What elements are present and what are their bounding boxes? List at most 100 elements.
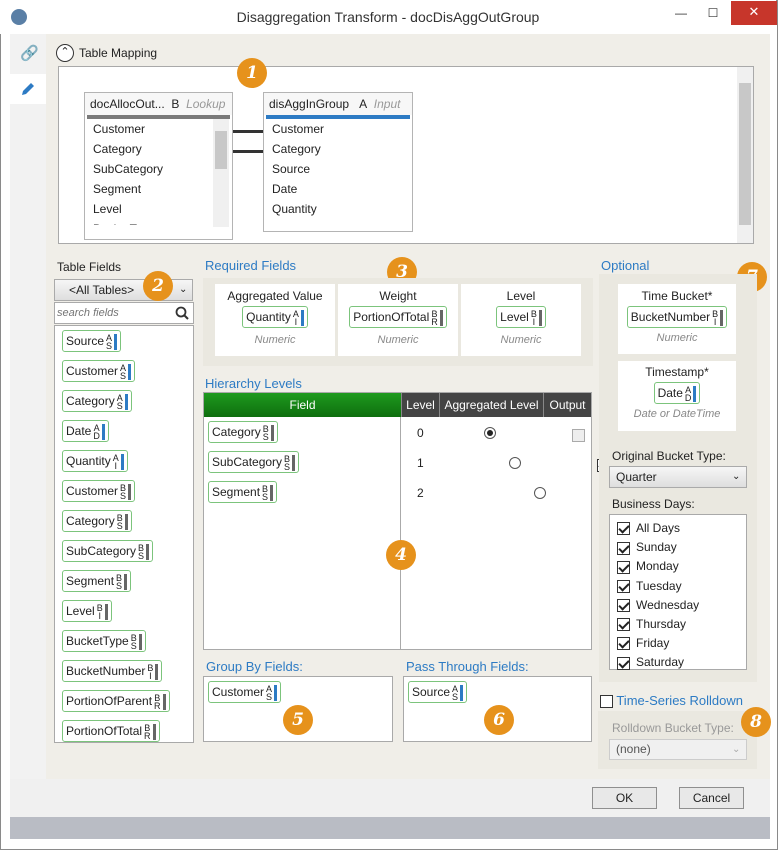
- hierarchy-table[interactable]: Field Level Aggregated Level Output Cate…: [203, 392, 635, 650]
- callout-badge-5: 5: [283, 705, 313, 735]
- field-item[interactable]: Customer A S: [62, 360, 136, 382]
- window-title: Disaggregation Transform - docDisAggOutG…: [236, 9, 540, 25]
- input-table-header[interactable]: disAggInGroup A Input: [264, 93, 412, 115]
- table-fields-list[interactable]: Source A S Customer A S Category A S Date A D Quanti…: [54, 325, 194, 743]
- business-day-item[interactable]: Wednesday: [617, 596, 746, 615]
- field-item[interactable]: Category B S: [62, 510, 132, 532]
- business-day-item[interactable]: Monday: [617, 557, 746, 576]
- business-day-checkbox[interactable]: [617, 579, 630, 593]
- required-field-chip[interactable]: Quantity A I: [242, 306, 308, 328]
- business-day-item[interactable]: Thursday: [617, 615, 746, 634]
- business-day-label: All Days: [636, 521, 681, 535]
- search-input[interactable]: [57, 305, 169, 321]
- business-day-checkbox[interactable]: [617, 637, 630, 651]
- business-day-label: Thursday: [636, 616, 687, 631]
- search-icon[interactable]: [175, 306, 189, 320]
- ok-button[interactable]: OK: [592, 787, 657, 809]
- input-table-row[interactable]: Quantity: [264, 199, 412, 219]
- field-search-box[interactable]: [54, 302, 194, 324]
- required-field-chip[interactable]: PortionOfTotal B R: [349, 306, 447, 328]
- hierarchy-header-level[interactable]: Level: [401, 393, 439, 417]
- field-item[interactable]: PortionOfTotal B R: [62, 720, 160, 742]
- hierarchy-field-chip[interactable]: Segment B S: [208, 481, 278, 503]
- business-day-item[interactable]: Tuesday: [617, 577, 746, 596]
- field-item[interactable]: BucketType B S: [62, 630, 146, 652]
- lookup-table-row[interactable]: BucketT...: [85, 219, 232, 225]
- aggregated-level-radio[interactable]: [509, 457, 521, 469]
- group-by-field-chip[interactable]: Customer A S: [208, 681, 282, 703]
- lookup-scrollbar[interactable]: [213, 119, 229, 227]
- field-item[interactable]: Category A S: [62, 390, 132, 412]
- mapping-scrollbar[interactable]: [737, 67, 753, 243]
- business-day-checkbox[interactable]: [617, 656, 630, 670]
- lookup-table-row[interactable]: Customer: [85, 119, 232, 139]
- field-item[interactable]: Customer B S: [62, 480, 136, 502]
- field-chip-color-bar: [124, 573, 128, 590]
- business-day-checkbox[interactable]: [617, 522, 630, 536]
- business-day-item[interactable]: Sunday: [617, 538, 746, 557]
- minimize-button[interactable]: —: [665, 3, 697, 25]
- field-item[interactable]: PortionOfParent B R: [62, 690, 170, 712]
- field-item[interactable]: Segment B S: [62, 570, 132, 592]
- field-chip-name: Date: [66, 424, 92, 438]
- timestamp-chip[interactable]: Date A D: [653, 382, 701, 404]
- chevron-down-icon: ⌄: [179, 284, 188, 295]
- rolldown-toggle[interactable]: Time-Series Rolldown: [600, 693, 743, 709]
- business-day-checkbox[interactable]: [617, 618, 630, 632]
- hierarchy-header-field[interactable]: Field: [204, 393, 401, 417]
- field-chip-datatype: S: [266, 691, 273, 702]
- field-chip-color-bar: [124, 513, 128, 530]
- mapping-scroll-thumb[interactable]: [739, 83, 751, 225]
- aggregated-level-radio[interactable]: [484, 427, 496, 439]
- rolldown-checkbox[interactable]: [600, 695, 613, 709]
- input-table-row[interactable]: Date: [264, 179, 412, 199]
- field-item[interactable]: Source A S: [62, 330, 122, 352]
- field-chip-color-bar: [114, 333, 118, 350]
- field-item[interactable]: Quantity A I: [62, 450, 128, 472]
- lookup-table-row[interactable]: Category: [85, 139, 232, 159]
- link-icon[interactable]: 🔗: [20, 46, 39, 62]
- lookup-table-row[interactable]: Segment: [85, 179, 232, 199]
- aggregated-level-radio[interactable]: [534, 487, 546, 499]
- business-day-item[interactable]: All Days: [617, 519, 746, 538]
- field-chip-type: AS: [452, 684, 458, 701]
- lookup-table-box[interactable]: docAllocOut... B Lookup Customer Category…: [84, 92, 233, 240]
- hierarchy-header-aggregated-level[interactable]: Aggregated Level: [439, 393, 543, 417]
- business-day-checkbox[interactable]: [617, 541, 630, 555]
- field-chip-datatype: R: [431, 316, 438, 327]
- cancel-button[interactable]: Cancel: [679, 787, 744, 809]
- business-day-checkbox[interactable]: [617, 560, 630, 574]
- lookup-table-header[interactable]: docAllocOut... B Lookup: [85, 93, 232, 115]
- close-button[interactable]: ✕: [731, 1, 777, 25]
- time-bucket-chip[interactable]: BucketNumber B I: [626, 306, 728, 328]
- rolldown-bucket-select[interactable]: (none) ⌄: [609, 739, 747, 760]
- title-bar[interactable]: Disaggregation Transform - docDisAggOutG…: [0, 0, 777, 34]
- field-chip-color-bar: [162, 693, 166, 710]
- input-table-row[interactable]: Customer: [264, 119, 412, 139]
- field-item[interactable]: SubCategory B S: [62, 540, 154, 562]
- output-checkbox[interactable]: [572, 429, 585, 443]
- hierarchy-field-chip[interactable]: Category B S: [208, 421, 278, 443]
- business-day-checkbox[interactable]: [617, 599, 630, 613]
- pass-through-field-chip[interactable]: Source A S: [408, 681, 468, 703]
- field-item[interactable]: Date A D: [62, 420, 109, 442]
- input-table-row[interactable]: Source: [264, 159, 412, 179]
- field-chip-datatype: S: [262, 491, 269, 502]
- business-day-item[interactable]: Saturday: [617, 653, 746, 672]
- bucket-type-select[interactable]: Quarter ⌄: [609, 466, 747, 488]
- input-table-row[interactable]: Category: [264, 139, 412, 159]
- input-table-box[interactable]: disAggInGroup A Input Customer Category So…: [263, 92, 413, 232]
- edit-tab[interactable]: [10, 74, 46, 104]
- business-days-list[interactable]: All Days Sunday Monday Tuesday Wednesday Thur…: [609, 514, 747, 670]
- lookup-table-row[interactable]: SubCategory: [85, 159, 232, 179]
- field-item[interactable]: BucketNumber B I: [62, 660, 163, 682]
- lookup-scroll-thumb[interactable]: [215, 131, 227, 169]
- lookup-table-row[interactable]: Level: [85, 199, 232, 219]
- hierarchy-field-chip[interactable]: SubCategory B S: [208, 451, 300, 473]
- business-day-item[interactable]: Friday: [617, 634, 746, 653]
- collapse-icon[interactable]: ⌃: [56, 44, 74, 62]
- field-item[interactable]: Level B I: [62, 600, 112, 622]
- maximize-button[interactable]: ☐: [697, 3, 729, 25]
- hierarchy-header-output[interactable]: Output: [543, 393, 591, 417]
- required-field-chip[interactable]: Level B I: [496, 306, 546, 328]
